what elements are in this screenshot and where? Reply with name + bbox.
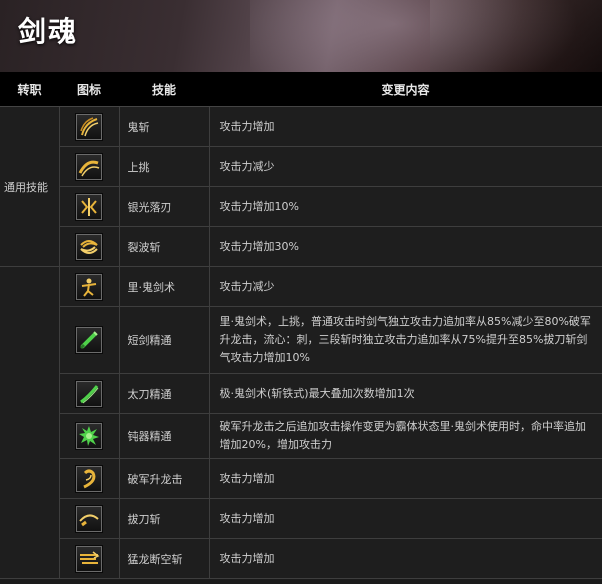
icon-cell [58,413,120,459]
table-row: 钝器精通 破军升龙击之后追加攻击操作变更为霸体状态里·鬼剑术使用时，命中率追加增… [0,413,602,459]
skill-name: 太刀精通 [118,373,210,414]
icon-cell [58,226,120,267]
icon-cell [58,373,120,414]
ghost-slash-icon [76,113,102,140]
draw-slash-icon [76,505,102,532]
table-row: 破军升龙击 攻击力增加 [0,458,602,499]
icon-cell [58,146,120,187]
change-text: 攻击力增加30% [208,226,602,267]
icon-cell [58,266,120,307]
table-row: 拔刀斩 攻击力增加 [0,498,602,539]
change-text: 攻击力增加 [208,458,602,499]
rising-dragon-icon [76,465,102,492]
table-header: 转职 图标 技能 变更内容 [0,72,602,107]
upward-slash-icon [76,153,102,180]
icon-cell [58,498,120,539]
table-row: 银光落刃 攻击力增加10% [0,186,602,227]
skill-name: 上挑 [118,146,210,187]
table-row: 猛龙断空斩 攻击力增加 [0,538,602,579]
table-row: 通用技能 鬼斩 攻击力增加 [0,106,602,267]
table-row: 短剑精通 里·鬼剑术，上挑，普通攻击时剑气独立攻击力追加率从85%减少至80%破… [0,306,602,374]
skill-name: 银光落刃 [118,186,210,227]
skill-name: 里·鬼剑术 [118,266,210,307]
skill-name: 裂波斩 [118,226,210,267]
header-class: 转职 [0,72,59,107]
table-row: 裂波斩 攻击力增加30% [0,226,602,267]
page-title: 剑魂 [18,15,79,48]
banner: 剑魂 [0,0,602,72]
skill-change-table: 转职 图标 技能 变更内容 通用技能 鬼斩 攻击力增加 上挑 攻击力减少 银光落… [0,72,602,579]
icon-cell [58,306,120,374]
change-text: 攻击力减少 [208,146,602,187]
wave-slash-icon [76,233,102,260]
skill-name: 短剑精通 [118,306,210,374]
header-change: 变更内容 [209,72,602,107]
skill-name: 钝器精通 [118,413,210,459]
header-skill: 技能 [119,72,209,107]
icon-cell [58,538,120,579]
change-text: 里·鬼剑术，上挑，普通攻击时剑气独立攻击力追加率从85%减少至80%破军升龙击，… [208,306,602,374]
skill-name: 拔刀斩 [118,498,210,539]
blunt-weapon-icon [76,423,102,449]
icon-cell [58,186,120,227]
change-text: 攻击力增加 [208,106,602,147]
silver-blade-icon [76,193,102,220]
icon-cell [58,106,120,147]
change-text: 极·鬼剑术(斩铁式)最大叠加次数增加1次 [208,373,602,414]
change-text: 攻击力增加 [208,498,602,539]
inner-sword-icon [76,273,102,300]
change-text: 攻击力减少 [208,266,602,307]
table-row: 太刀精通 极·鬼剑术(斩铁式)最大叠加次数增加1次 [0,373,602,414]
table-row: 上挑 攻击力减少 [0,146,602,187]
change-text: 攻击力增加10% [208,186,602,227]
short-sword-icon [76,327,102,353]
change-text: 破军升龙击之后追加攻击操作变更为霸体状态里·鬼剑术使用时，命中率追加增加20%，… [208,413,602,459]
change-text: 攻击力增加 [208,538,602,579]
skill-name: 破军升龙击 [118,458,210,499]
skill-name: 猛龙断空斩 [118,538,210,579]
katana-icon [76,380,102,407]
category-common-skills: 通用技能 [0,106,60,267]
skill-name: 鬼斩 [118,106,210,147]
table-row: 里·鬼剑术 攻击力减少 [0,266,602,579]
dragon-sky-slash-icon [76,545,102,572]
category-unlabeled [0,266,60,579]
icon-cell [58,458,120,499]
header-icon: 图标 [59,72,119,107]
